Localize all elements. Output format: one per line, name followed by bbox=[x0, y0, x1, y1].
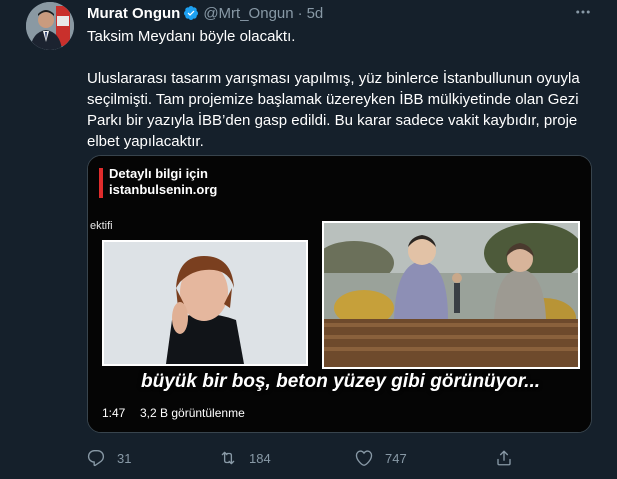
cut-off-label: ektifi bbox=[90, 220, 113, 232]
separator-dot: · bbox=[297, 4, 303, 22]
video-duration: 1:47 bbox=[102, 406, 126, 420]
tweet-text: Taksim Meydanı böyle olacaktı. Uluslarar… bbox=[87, 26, 597, 152]
video-player[interactable]: Detaylı bilgi için istanbulsenin.org ekt… bbox=[87, 155, 592, 433]
reply-button[interactable]: 31 bbox=[87, 446, 131, 470]
ellipsis-icon[interactable] bbox=[572, 2, 594, 22]
author-name[interactable]: Murat Ongun bbox=[87, 5, 180, 22]
retweet-button[interactable]: 184 bbox=[219, 446, 271, 470]
tweet-actions: 31 184 747 bbox=[87, 446, 537, 470]
video-call-woman-image bbox=[102, 240, 308, 366]
share-icon bbox=[497, 450, 511, 466]
retweet-icon bbox=[221, 451, 235, 465]
video-park-scene-image bbox=[322, 221, 580, 369]
tweet-header: Murat Ongun @Mrt_Ongun · 5d bbox=[87, 4, 323, 22]
share-button[interactable] bbox=[495, 446, 525, 470]
reply-icon bbox=[87, 449, 105, 467]
brand-bar bbox=[99, 168, 103, 198]
verified-badge-icon bbox=[184, 6, 199, 20]
author-handle[interactable]: @Mrt_Ongun bbox=[203, 5, 293, 22]
like-icon bbox=[355, 450, 373, 466]
tweet-paragraph-2: Uluslararası tasarım yarışması yapılmış,… bbox=[87, 70, 580, 150]
like-count: 747 bbox=[385, 450, 407, 466]
reply-count: 31 bbox=[117, 450, 132, 466]
video-subtitle: büyük bir boş, beton yüzey gibi görünüyo… bbox=[140, 371, 541, 392]
brand-line-1: Detaylı bilgi için bbox=[109, 166, 208, 181]
tweet-paragraph-1: Taksim Meydanı böyle olacaktı. bbox=[87, 28, 296, 45]
tweet[interactable]: Murat Ongun @Mrt_Ongun · 5d Taksim Meyda… bbox=[0, 0, 617, 479]
brand-line-2: istanbulsenin.org bbox=[109, 182, 218, 197]
avatar[interactable] bbox=[26, 2, 74, 50]
retweet-count: 184 bbox=[249, 450, 271, 466]
tweet-time[interactable]: 5d bbox=[307, 5, 324, 22]
video-views: 3,2 B görüntülenme bbox=[140, 406, 245, 420]
video-frame[interactable]: Detaylı bilgi için istanbulsenin.org ekt… bbox=[88, 156, 591, 432]
like-button[interactable]: 747 bbox=[355, 446, 407, 470]
